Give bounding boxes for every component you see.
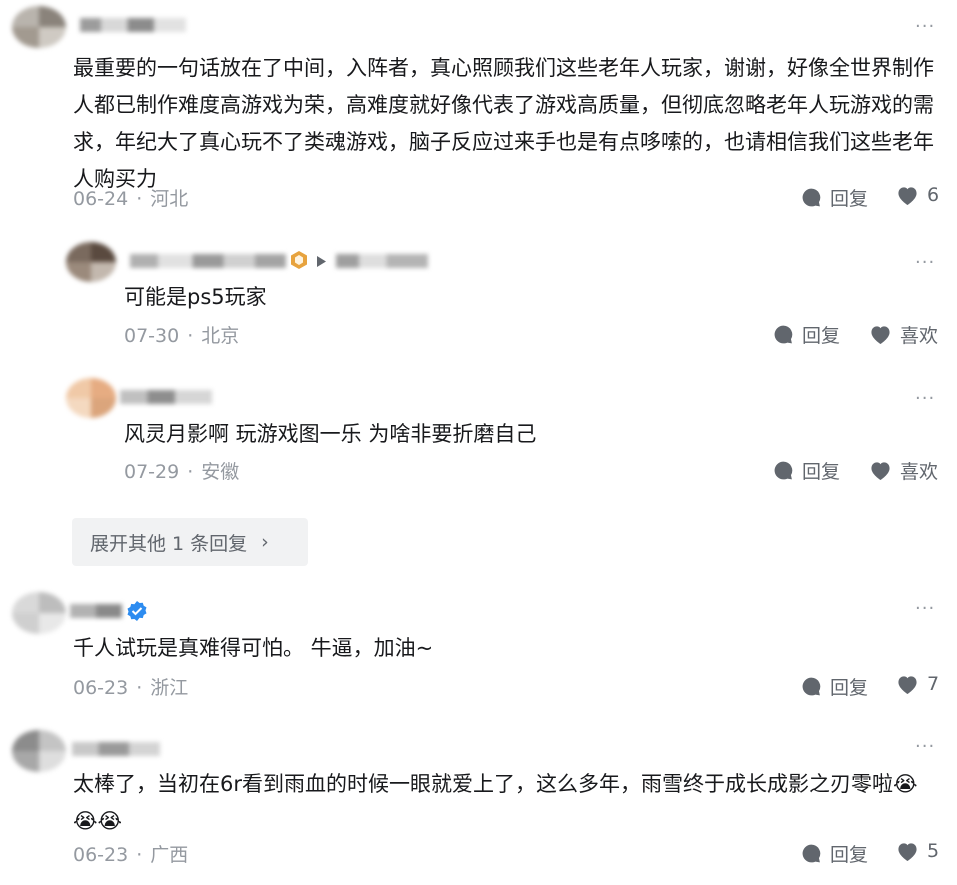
- reply-target-username[interactable]: [336, 254, 428, 268]
- more-dots-icon[interactable]: ···: [915, 254, 935, 272]
- reply-button[interactable]: 回复: [801, 673, 868, 700]
- reply-location: 北京: [201, 325, 240, 347]
- reply-bubble-icon: [774, 461, 793, 480]
- reply-button[interactable]: 回复: [801, 184, 868, 211]
- comment-meta: 06-23 · 浙江: [73, 673, 188, 700]
- level-badge-icon: [291, 251, 307, 269]
- heart-icon: [871, 462, 890, 481]
- heart-icon: [871, 326, 890, 345]
- reply-date: 07-29: [124, 461, 180, 483]
- comment-date: 06-23: [73, 844, 129, 866]
- reply-meta: 07-29 · 安徽: [124, 457, 239, 484]
- reply-bubble-icon: [802, 677, 821, 696]
- like-button[interactable]: 喜欢: [869, 321, 938, 348]
- reply-text: 风灵月影啊 玩游戏图一乐 为啥非要折磨自己: [124, 422, 537, 446]
- reply-date: 07-30: [124, 325, 180, 347]
- separator: ·: [136, 844, 143, 866]
- avatar[interactable]: [12, 6, 66, 48]
- reply-bubble-icon: [774, 325, 793, 344]
- like-button[interactable]: 5: [896, 840, 939, 862]
- reply-label: 回复: [830, 188, 869, 210]
- reply-button[interactable]: 回复: [773, 457, 840, 484]
- like-count: 5: [927, 840, 940, 862]
- username[interactable]: [72, 742, 160, 756]
- username[interactable]: [80, 18, 186, 32]
- comment-meta: 06-24 · 河北: [73, 184, 188, 211]
- reply-label: 回复: [802, 325, 841, 347]
- avatar[interactable]: [66, 242, 116, 282]
- avatar[interactable]: [12, 730, 66, 772]
- username[interactable]: [70, 604, 122, 618]
- like-count: 7: [927, 673, 940, 695]
- heart-icon: [898, 842, 917, 861]
- username[interactable]: [120, 390, 212, 404]
- heart-icon: [898, 186, 917, 205]
- reply-label: 回复: [830, 677, 869, 699]
- play-arrow-icon: [317, 256, 326, 267]
- comment-text-body: 太棒了，当初在6r看到雨血的时候一眼就爱上了，这么多年，雨雪终于成长成影之刃零啦: [73, 772, 893, 796]
- more-dots-icon[interactable]: ···: [915, 738, 935, 756]
- username[interactable]: [130, 254, 286, 268]
- reply-text: 可能是ps5玩家: [124, 285, 267, 309]
- reply-button[interactable]: 回复: [801, 840, 868, 867]
- separator: ·: [136, 188, 143, 210]
- comment-location: 浙江: [150, 677, 189, 699]
- reply-meta: 07-30 · 北京: [124, 321, 239, 348]
- more-dots-icon[interactable]: ···: [915, 600, 935, 618]
- like-button[interactable]: 6: [896, 184, 939, 206]
- more-dots-icon[interactable]: ···: [915, 18, 935, 36]
- comment-text: 千人试玩是真难得可怕。 牛逼，加油~: [73, 636, 434, 660]
- comment-meta: 06-23 · 广西: [73, 840, 188, 867]
- comment-location: 广西: [150, 844, 189, 866]
- comment-date: 06-24: [73, 188, 129, 210]
- separator: ·: [187, 325, 194, 347]
- comment-date: 06-23: [73, 677, 129, 699]
- reply-bubble-icon: [802, 188, 821, 207]
- reply-button[interactable]: 回复: [773, 321, 840, 348]
- avatar[interactable]: [66, 378, 116, 418]
- expand-replies-button[interactable]: 展开其他 1 条回复 ›: [72, 518, 308, 566]
- like-label: 喜欢: [900, 325, 939, 347]
- expand-replies-label: 展开其他 1 条回复: [90, 532, 248, 555]
- like-button[interactable]: 喜欢: [869, 457, 938, 484]
- reply-bubble-icon: [802, 844, 821, 863]
- avatar[interactable]: [12, 592, 66, 634]
- like-button[interactable]: 7: [896, 673, 939, 695]
- more-dots-icon[interactable]: ···: [915, 390, 935, 408]
- like-label: 喜欢: [900, 461, 939, 483]
- verified-badge-icon: [127, 601, 147, 621]
- separator: ·: [136, 677, 143, 699]
- reply-label: 回复: [830, 844, 869, 866]
- like-count: 6: [927, 184, 940, 206]
- reply-location: 安徽: [201, 461, 240, 483]
- separator: ·: [187, 461, 194, 483]
- comment-location: 河北: [150, 188, 189, 210]
- comment-text: 太棒了，当初在6r看到雨血的时候一眼就爱上了，这么多年，雨雪终于成长成影之刃零啦…: [73, 766, 935, 840]
- comment-text: 最重要的一句话放在了中间，入阵者，真心照顾我们这些老年人玩家，谢谢，好像全世界制…: [73, 56, 934, 191]
- reply-label: 回复: [802, 461, 841, 483]
- chevron-right-icon: ›: [261, 531, 269, 553]
- heart-icon: [898, 675, 917, 694]
